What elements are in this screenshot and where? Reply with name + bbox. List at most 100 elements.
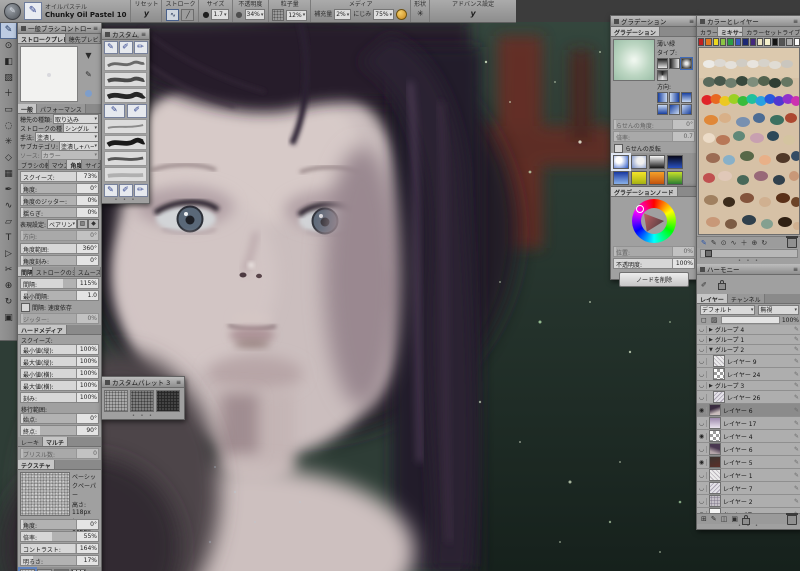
slider-ブリスル数:[interactable]: ブリスル数: 0 (20, 448, 99, 459)
dab-shape-icon[interactable]: ✎ (85, 70, 92, 79)
panel-menu-icon[interactable]: ≡ (689, 18, 694, 25)
slider-最大値(横):[interactable]: 最大値(横): 100% (20, 380, 99, 391)
mixer-apply-color-icon[interactable]: ✎ (709, 238, 719, 248)
freehand-stroke-icon[interactable]: ∿ (166, 9, 180, 21)
paint-bucket-tool[interactable]: ◧ (1, 54, 16, 70)
mixer-pan-icon[interactable]: ＋ (739, 238, 750, 248)
brush-stroke-thumb[interactable] (104, 72, 147, 87)
mixer-zoom-slider[interactable] (700, 249, 798, 258)
slider-角度刻み:[interactable]: 角度刻み: 0° (20, 255, 99, 266)
layer-row[interactable]: ◡ レイヤー 2 ✎ (697, 495, 800, 508)
slider-ジッター:[interactable]: ジッター: 0% (20, 313, 99, 324)
mixer-trash-icon[interactable] (786, 236, 798, 248)
slider-角度:[interactable]: 角度: 0° (20, 183, 99, 194)
harmony-title-bar[interactable]: ハーモニー ≡ (697, 264, 800, 275)
gradient-type-icon[interactable] (657, 58, 668, 69)
tab-パフォーマンス[interactable]: パフォーマンス (37, 104, 86, 113)
layer-visibility-toggle[interactable]: ◡ (697, 393, 707, 401)
layer-row[interactable]: ◡ レイヤー 17 ✎ (697, 417, 800, 430)
panel-menu-icon[interactable]: ≡ (793, 18, 798, 25)
mixer-pad[interactable] (698, 47, 800, 235)
brush-variant-icon[interactable]: ✐ (118, 184, 133, 197)
group-expand-icon[interactable]: ▶ (709, 383, 713, 389)
spacing-speed-checkbox[interactable] (21, 302, 30, 312)
tab-gradient-node[interactable]: グラデーションノード (611, 187, 678, 196)
mixer-color-swatch[interactable] (793, 38, 800, 46)
composite-method-dropdown[interactable]: デフォルト ▾ (700, 304, 756, 315)
lock-layer-icon[interactable] (742, 514, 750, 525)
magnifier-tool[interactable]: ⊕ (1, 278, 16, 294)
gradient-swatch[interactable] (631, 171, 647, 185)
slider-刻み:[interactable]: 刻み: 100% (20, 392, 99, 403)
resize-dots[interactable]: • • • (102, 414, 184, 419)
oil-media-icon[interactable] (396, 9, 408, 20)
brush-variant-icon[interactable]: ✎ (24, 2, 42, 20)
tab-カラーセットライブラリ[interactable]: カラーセットライブラリ (743, 27, 800, 36)
brush-stroke-thumb[interactable] (104, 151, 147, 166)
mixer-sample-color-icon[interactable]: ⊙ (719, 238, 729, 248)
layer-opacity-slider[interactable] (721, 316, 780, 324)
mixer-rotate-icon[interactable]: ↻ (759, 238, 769, 248)
gradient-swatch[interactable] (649, 155, 665, 169)
gradient-type-icon[interactable] (669, 58, 680, 69)
slider-角度のジッター:[interactable]: 角度のジッター: 0% (20, 195, 99, 206)
rect-select-tool[interactable]: ▭ (1, 102, 16, 118)
mixer-color-swatch[interactable] (734, 38, 742, 46)
mixer-color-swatch[interactable] (786, 38, 793, 46)
layer-row[interactable]: ◉ レイヤー 4 ✎ (697, 430, 800, 443)
mixer-color-swatch[interactable] (705, 38, 712, 46)
dropper-tool[interactable]: ⊙ (1, 38, 16, 54)
layer-row[interactable]: ◡ レイヤー 9 ✎ (697, 355, 800, 368)
tab-角度[interactable]: 角度 (67, 160, 83, 169)
brush-variant-icon[interactable]: ✏ (133, 184, 148, 197)
layer-row[interactable]: ◉ レイヤー 5 ✎ (697, 456, 800, 469)
node-marker[interactable] (636, 205, 644, 213)
gradient-flip-checkbox[interactable] (614, 143, 623, 153)
dab-color-icon[interactable] (85, 89, 92, 97)
custom-palette-title-bar[interactable]: カスタムパレット 2 ≡ (102, 29, 149, 40)
slider-倍率:[interactable]: 倍率: 55% (20, 531, 99, 542)
slider-不透明度:[interactable]: 不透明度: 100% (613, 258, 695, 269)
dynamic-plugins-icon[interactable]: ✎ (709, 514, 719, 524)
layer-group-row[interactable]: ◡ ▶ グループ 4 ✎ (697, 325, 800, 335)
panel-menu-icon[interactable]: ≡ (93, 25, 98, 32)
panel-menu-icon[interactable]: ≡ (141, 31, 146, 38)
gradient-direction-icon[interactable] (681, 104, 692, 115)
slider-らせんの角度:[interactable]: らせんの角度: 0° (613, 119, 695, 130)
gradient-direction-icon[interactable] (657, 92, 668, 103)
expression-dropdown[interactable]: ベアリング▾ (47, 219, 77, 229)
tab-マルチ[interactable]: マルチ (43, 437, 69, 446)
mixer-dirty-brush-icon[interactable]: ✎ (699, 238, 709, 248)
resize-dots[interactable]: • • • (697, 524, 800, 529)
layer-row[interactable]: ◡ レイヤー 1 ✎ (697, 469, 800, 482)
rect-shape-tool[interactable]: ▱ (1, 214, 16, 230)
layer-visibility-toggle[interactable]: ◡ (697, 497, 707, 505)
layer-row[interactable]: ◡ レイヤー 24 ✎ (697, 368, 800, 381)
resat-value-field[interactable]: 2% ▾ (334, 9, 352, 20)
layer-visibility-toggle[interactable]: ◉ (697, 406, 707, 414)
composite-depth-dropdown[interactable]: 無視 ▾ (758, 304, 799, 315)
mixer-color-swatch[interactable] (720, 38, 727, 46)
layer-commands-icon[interactable]: ⊞ (699, 514, 709, 524)
layer-mask-icon[interactable]: ◫ (719, 514, 730, 524)
layer-row[interactable]: ◡ レイヤー 7 ✎ (697, 482, 800, 495)
shape-dab-icon[interactable]: ✳ (417, 9, 424, 19)
mixer-color-swatch[interactable] (742, 38, 749, 46)
slider-間隔:[interactable]: 間隔: 115% (20, 278, 99, 289)
slider-方向:[interactable]: 方向: 0° (20, 230, 99, 241)
divider-icon[interactable]: ▣ (1, 310, 16, 326)
resize-dots[interactable]: • • • (102, 198, 149, 203)
texture-thumb[interactable] (156, 390, 180, 412)
brush-variant-icon[interactable]: ✎ (104, 104, 125, 118)
tab-ミキサー[interactable]: ミキサー (717, 27, 744, 36)
eraser-tool[interactable]: ▨ (1, 70, 16, 86)
mixer-color-swatch[interactable] (764, 38, 771, 46)
dab-tip-icon[interactable]: ▼ (85, 51, 91, 60)
tab-hardmedia[interactable]: ハードメディア (18, 325, 67, 334)
magic-wand-tool[interactable]: ✳ (1, 134, 16, 150)
gradient-swatch[interactable] (667, 171, 683, 185)
tab-一般[interactable]: 一般 (18, 104, 38, 113)
preserve-transparency-icon[interactable]: ◻ (699, 315, 709, 325)
layer-visibility-toggle[interactable]: ◉ (697, 458, 707, 466)
layer-visibility-toggle[interactable]: ◡ (697, 471, 707, 479)
